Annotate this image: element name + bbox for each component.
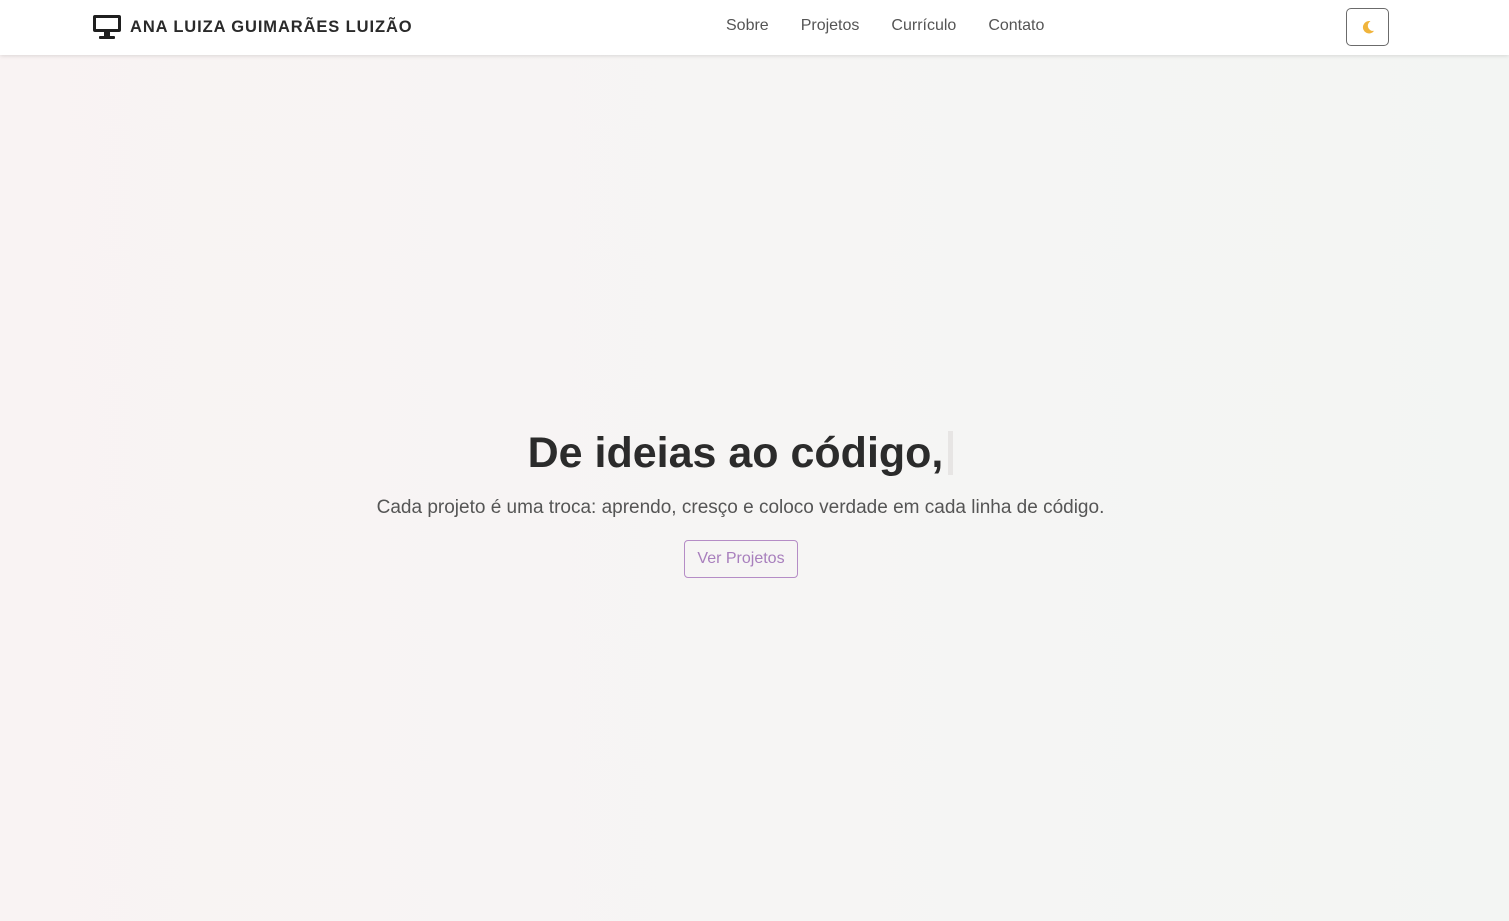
brand-name: ANA LUIZA GUIMARÃES LUIZÃO <box>130 17 413 36</box>
navbar: ANA LUIZA GUIMARÃES LUIZÃO Sobre Projeto… <box>0 0 1509 55</box>
nav-item-curriculo: Currículo <box>891 17 956 35</box>
nav-link-contato[interactable]: Contato <box>988 17 1044 34</box>
nav-menu: Sobre Projetos Currículo Contato <box>726 17 1044 35</box>
hero-section: De ideias ao código, Cada projeto é uma … <box>0 55 1509 921</box>
nav-item-projetos: Projetos <box>801 17 860 35</box>
typing-caret <box>948 431 954 475</box>
hero-title: De ideias ao código, <box>0 427 1481 479</box>
view-projects-button[interactable]: Ver Projetos <box>684 540 798 578</box>
brand-link[interactable]: ANA LUIZA GUIMARÃES LUIZÃO <box>92 13 413 41</box>
nav-item-sobre: Sobre <box>726 17 769 35</box>
nav-link-curriculo[interactable]: Currículo <box>891 17 956 34</box>
theme-toggle-button[interactable] <box>1346 8 1389 46</box>
moon-icon <box>1362 21 1374 34</box>
nav-link-sobre[interactable]: Sobre <box>726 17 769 34</box>
hero-subtitle: Cada projeto é uma troca: aprendo, cresç… <box>376 497 1105 518</box>
nav-item-contato: Contato <box>988 17 1044 35</box>
monitor-icon <box>93 15 121 39</box>
hero-title-text: De ideias ao código, <box>527 429 944 477</box>
nav-link-projetos[interactable]: Projetos <box>801 17 860 34</box>
